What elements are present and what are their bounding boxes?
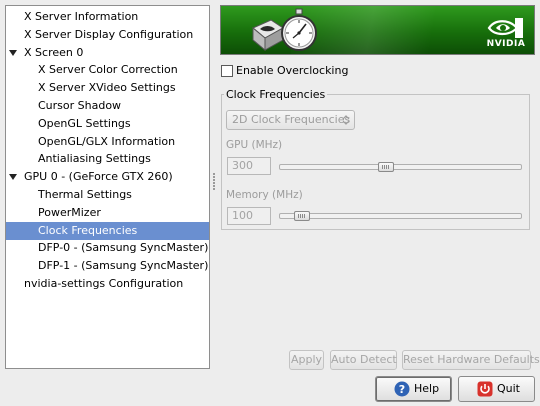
auto-detect-button[interactable]: Auto Detect bbox=[330, 350, 397, 370]
tree-item[interactable]: X Server Color Correction bbox=[6, 61, 209, 79]
tree-item-label: Antialiasing Settings bbox=[38, 152, 151, 166]
quit-label: Quit bbox=[497, 382, 520, 395]
tree-item[interactable]: OpenGL Settings bbox=[6, 115, 209, 133]
tree-item[interactable]: DFP-1 - (Samsung SyncMaster) bbox=[6, 257, 209, 275]
tree-item-label: Cursor Shadow bbox=[38, 99, 122, 112]
clock-mode-select[interactable]: 2D Clock Frequencies bbox=[226, 110, 355, 130]
tree-item-label: X Screen 0 bbox=[24, 45, 84, 59]
memory-slider-handle[interactable] bbox=[294, 211, 310, 221]
quit-button[interactable]: Quit bbox=[458, 376, 535, 402]
memory-mhz-slider[interactable] bbox=[279, 211, 522, 221]
help-label: Help bbox=[414, 382, 440, 395]
tree-item[interactable]: DFP-0 - (Samsung SyncMaster) bbox=[6, 239, 209, 257]
tree-item-label: DFP-1 - (Samsung SyncMaster) bbox=[38, 259, 209, 273]
banner: NVIDIA bbox=[220, 5, 535, 55]
navigation-tree[interactable]: X Server Information X Server Display Con… bbox=[5, 5, 210, 369]
tree-item[interactable]: nvidia-settings Configuration bbox=[6, 275, 209, 293]
enable-overclocking-label: Enable Overclocking bbox=[236, 64, 349, 77]
banner-light-rays bbox=[291, 6, 491, 54]
memory-mhz-value: 100 bbox=[227, 207, 271, 225]
help-button[interactable]: ? Help bbox=[375, 376, 452, 402]
memory-mhz-label: Memory (MHz) bbox=[226, 189, 303, 201]
updown-arrows-icon bbox=[342, 115, 350, 125]
gpu-mhz-slider[interactable] bbox=[279, 162, 522, 172]
expander-arrow-icon[interactable] bbox=[9, 174, 17, 181]
pane-divider[interactable] bbox=[211, 5, 217, 369]
tree-item-label: X Server Information bbox=[24, 10, 139, 23]
grip-dot bbox=[213, 173, 215, 175]
tree-item-label: GPU 0 - (GeForce GTX 260) bbox=[24, 170, 173, 184]
grip-dot bbox=[213, 182, 215, 184]
gpu-mhz-label: GPU (MHz) bbox=[226, 139, 283, 151]
gpu-slider-handle[interactable] bbox=[378, 162, 394, 172]
grip-dot bbox=[213, 185, 215, 187]
tree-item[interactable]: X Server Information bbox=[6, 8, 209, 26]
tree-item[interactable]: X Server XVideo Settings bbox=[6, 79, 209, 97]
grip-dot bbox=[213, 179, 215, 181]
tree-item[interactable]: PowerMizer bbox=[6, 204, 209, 222]
tree-item[interactable]: Clock Frequencies bbox=[6, 221, 209, 240]
apply-button[interactable]: Apply bbox=[289, 350, 324, 370]
tree-item-label: OpenGL Settings bbox=[38, 116, 131, 130]
tree-item[interactable]: Antialiasing Settings bbox=[6, 150, 209, 168]
tree-item-label: Clock Frequencies bbox=[38, 223, 138, 237]
tree-item[interactable]: Cursor Shadow bbox=[6, 97, 209, 115]
tree-item-label: X Server Color Correction bbox=[38, 63, 178, 77]
clock-frequencies-title: Clock Frequencies bbox=[224, 88, 328, 101]
gpu-mhz-value: 300 bbox=[227, 157, 271, 175]
tree-item[interactable]: Thermal Settings bbox=[6, 186, 209, 204]
grip-dot bbox=[213, 188, 215, 190]
svg-text:?: ? bbox=[399, 383, 405, 396]
clock-mode-value: 2D Clock Frequencies bbox=[232, 113, 351, 126]
quit-icon bbox=[477, 381, 493, 397]
tree-item-label: OpenGL/GLX Information bbox=[38, 134, 176, 148]
tree-item[interactable]: OpenGL/GLX Information bbox=[6, 133, 209, 151]
help-icon: ? bbox=[394, 381, 410, 397]
tree-item[interactable]: X Server Display Configuration bbox=[6, 26, 209, 44]
tree-item-label: Thermal Settings bbox=[38, 188, 132, 201]
grip-dot bbox=[213, 176, 215, 178]
stopwatch-icon bbox=[281, 8, 317, 51]
expander-arrow-icon[interactable] bbox=[9, 49, 17, 56]
tree-item-label: PowerMizer bbox=[38, 205, 101, 219]
nvidia-wordmark: NVIDIA bbox=[486, 39, 526, 49]
tree-item-label: DFP-0 - (Samsung SyncMaster) bbox=[38, 241, 209, 255]
tree-item-label: nvidia-settings Configuration bbox=[24, 277, 184, 290]
reset-hardware-defaults-button[interactable]: Reset Hardware Defaults bbox=[402, 350, 540, 370]
tree-item-label: X Server Display Configuration bbox=[24, 27, 194, 41]
checkbox-box[interactable] bbox=[221, 65, 233, 77]
tree-item[interactable]: GPU 0 - (GeForce GTX 260) bbox=[6, 168, 209, 186]
tree-item[interactable]: X Screen 0 bbox=[6, 44, 209, 62]
tree-item-label: X Server XVideo Settings bbox=[38, 81, 176, 95]
